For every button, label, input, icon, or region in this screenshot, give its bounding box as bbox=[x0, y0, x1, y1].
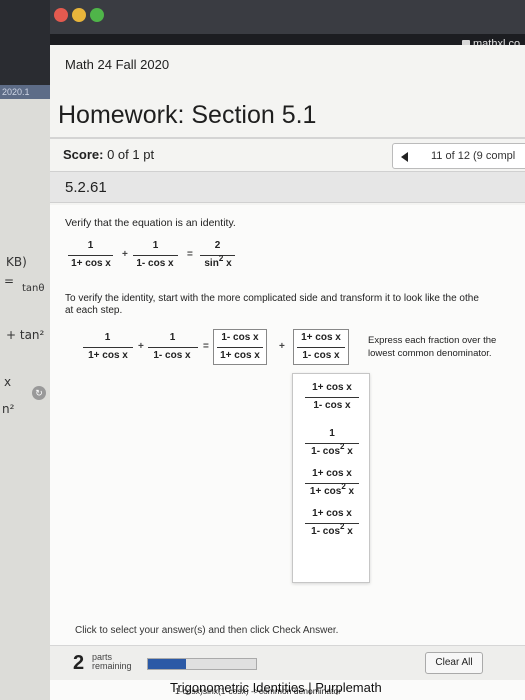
identity-term2-numerator: 1 bbox=[152, 240, 159, 251]
background-year: 2020.1 bbox=[0, 85, 52, 99]
question-navigator[interactable]: 11 of 12 (9 compl bbox=[392, 143, 525, 169]
step-term1-denominator: 1+ cos x bbox=[88, 350, 128, 361]
bg-note: + tan² bbox=[6, 328, 45, 342]
plus-sign: + bbox=[279, 341, 285, 352]
resource-link-title[interactable]: Trigonometric Identities | Purplemath bbox=[170, 680, 382, 695]
parts-count: 2 bbox=[73, 652, 85, 674]
dropdown-option[interactable]: 1+ cos x 1+ cos2 x bbox=[293, 466, 371, 506]
progress-fill bbox=[148, 659, 186, 669]
previous-arrow-icon[interactable] bbox=[401, 152, 408, 162]
minimize-window-button[interactable] bbox=[72, 8, 86, 22]
plus-sign: + bbox=[138, 341, 144, 352]
question-number: 5.2.61 bbox=[65, 179, 107, 196]
click-instruction: Click to select your answer(s) and then … bbox=[75, 625, 339, 636]
parts-label: parts remaining bbox=[92, 652, 132, 671]
identity-term2-denominator: 1- cos x bbox=[136, 258, 174, 269]
identity-term1-numerator: 1 bbox=[87, 240, 94, 251]
answer-box-1-denominator: 1+ cos x bbox=[220, 350, 260, 361]
step-term1-numerator: 1 bbox=[104, 332, 111, 343]
fraction-bar bbox=[148, 347, 198, 348]
bg-note: = bbox=[4, 274, 15, 288]
fraction-bar bbox=[200, 255, 235, 256]
answer-box-1-numerator: 1- cos x bbox=[221, 332, 259, 343]
instruction-text: Verify that the equation is an identity. bbox=[65, 217, 236, 229]
score-display: Score: 0 of 1 pt bbox=[63, 147, 154, 162]
dropdown-option[interactable]: 1+ cos x 1- cos2 x bbox=[293, 506, 371, 546]
answer-box-2-numerator: 1+ cos x bbox=[301, 332, 341, 343]
course-title: Math 24 Fall 2020 bbox=[65, 57, 170, 72]
fraction-bar bbox=[68, 255, 113, 256]
step-text-1: To verify the identity, start with the m… bbox=[65, 293, 479, 304]
homework-window: Math 24 Fall 2020 Homework: Section 5.1 … bbox=[50, 45, 525, 700]
step-text-2: at each step. bbox=[65, 305, 123, 316]
equals-sign: = bbox=[187, 249, 193, 260]
question-header: 5.2.61 bbox=[50, 171, 525, 203]
hint-text-2: lowest common denominator. bbox=[368, 348, 492, 359]
dropdown-option[interactable]: 1+ cos x 1- cos x bbox=[293, 380, 371, 420]
clear-all-button[interactable]: Clear All bbox=[425, 652, 483, 674]
fraction-bar bbox=[83, 347, 133, 348]
maximize-window-button[interactable] bbox=[90, 8, 104, 22]
background-circle-icon: ↻ bbox=[32, 386, 46, 400]
answer-footer-bar: 2 parts remaining Clear All bbox=[50, 645, 525, 680]
divider bbox=[50, 137, 525, 139]
plus-sign: + bbox=[122, 249, 128, 260]
question-progress-text: 11 of 12 (9 compl bbox=[431, 150, 516, 162]
identity-rhs-numerator: 2 bbox=[214, 240, 221, 251]
identity-term1-denominator: 1+ cos x bbox=[71, 258, 111, 269]
parts-progress-bar bbox=[147, 658, 257, 670]
equals-sign: = bbox=[203, 341, 209, 352]
step-term2-numerator: 1 bbox=[169, 332, 176, 343]
page-title: Homework: Section 5.1 bbox=[58, 101, 317, 129]
bg-note: tanθ bbox=[22, 283, 45, 294]
bg-note: KB) bbox=[6, 255, 27, 269]
question-content: Verify that the equation is an identity.… bbox=[50, 205, 525, 700]
fraction-bar bbox=[133, 255, 178, 256]
answer-box-2-denominator: 1- cos x bbox=[302, 350, 340, 361]
close-window-button[interactable] bbox=[54, 8, 68, 22]
bg-note: x bbox=[4, 375, 12, 389]
bg-note: n² bbox=[2, 402, 15, 416]
step-term2-denominator: 1- cos x bbox=[153, 350, 191, 361]
answer-dropdown[interactable]: 1+ cos x 1- cos x 1 1- cos2 x 1+ cos x 1… bbox=[292, 373, 370, 583]
identity-rhs-denominator: sin2 x bbox=[204, 254, 232, 269]
dropdown-option[interactable]: 1 1- cos2 x bbox=[293, 426, 371, 466]
score-label: Score: bbox=[63, 147, 104, 162]
score-value: 0 of 1 pt bbox=[107, 147, 155, 162]
fraction-bar bbox=[297, 347, 345, 348]
fraction-bar bbox=[217, 347, 263, 348]
hint-text-1: Express each fraction over the bbox=[368, 335, 497, 346]
